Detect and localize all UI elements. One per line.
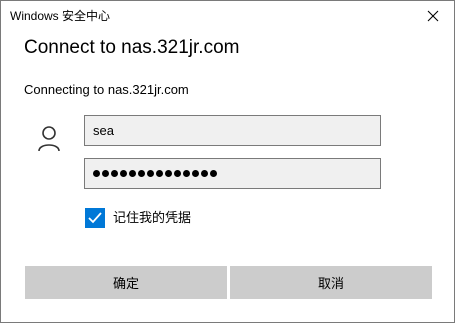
password-dot [165, 170, 172, 177]
password-dot [210, 170, 217, 177]
password-dot [93, 170, 100, 177]
password-mask [93, 170, 217, 177]
password-dot [102, 170, 109, 177]
password-dot [201, 170, 208, 177]
password-dot [147, 170, 154, 177]
ok-button[interactable]: 确定 [25, 266, 227, 299]
checkmark-icon [88, 212, 102, 224]
password-field[interactable] [84, 158, 381, 189]
password-dot [156, 170, 163, 177]
password-dot [129, 170, 136, 177]
password-dot [111, 170, 118, 177]
password-dot [138, 170, 145, 177]
close-icon [427, 10, 439, 21]
password-dot [174, 170, 181, 177]
title-bar: Windows 安全中心 [1, 1, 454, 30]
checkbox-checked[interactable] [85, 208, 105, 228]
username-field[interactable]: sea [84, 115, 381, 146]
close-button[interactable] [412, 1, 454, 30]
username-value: sea [93, 123, 114, 138]
credential-dialog: Windows 安全中心 Connect to nas.321jr.com Co… [0, 0, 455, 323]
dialog-heading: Connect to nas.321jr.com [24, 37, 240, 58]
cancel-button[interactable]: 取消 [230, 266, 432, 299]
password-dot [120, 170, 127, 177]
remember-credentials-label: 记住我的凭据 [113, 210, 192, 225]
connecting-message: Connecting to nas.321jr.com [24, 82, 189, 97]
user-icon [38, 126, 60, 152]
password-dot [183, 170, 190, 177]
window-title: Windows 安全中心 [10, 9, 111, 23]
remember-credentials-checkbox[interactable]: 记住我的凭据 [85, 208, 191, 228]
password-dot [192, 170, 199, 177]
